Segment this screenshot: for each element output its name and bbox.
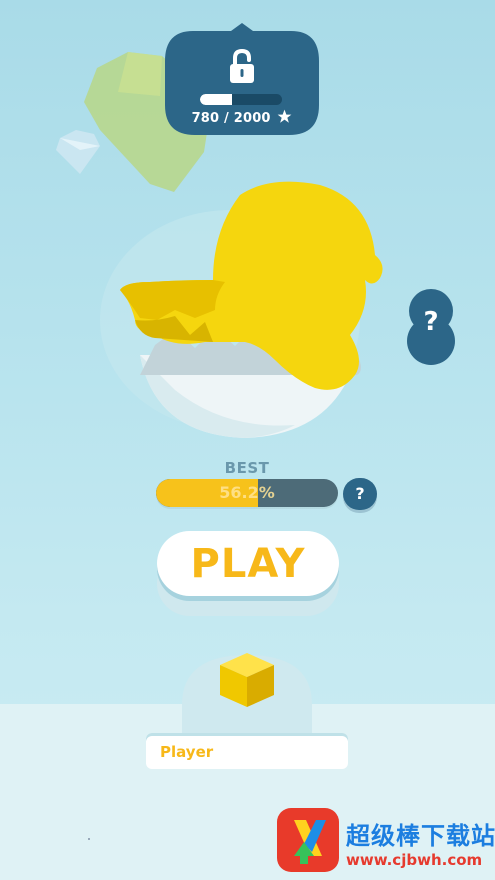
game-screen: 780 / 2000 ? BEST 56.2% ? PLAY Player 超级… xyxy=(0,0,495,880)
diamond-gem-shape xyxy=(56,130,100,174)
unlock-progress-row: 780 / 2000 xyxy=(165,109,319,126)
side-help-button[interactable]: ? xyxy=(399,287,463,367)
player-name-input[interactable]: Player xyxy=(146,733,348,769)
unlock-progress-text: 780 / 2000 xyxy=(191,111,271,126)
best-progress-text: 56.2% xyxy=(219,483,275,502)
yellow-cube-icon[interactable] xyxy=(218,651,276,709)
unlock-progress-panel: 780 / 2000 xyxy=(165,23,319,135)
padlock-open-icon xyxy=(230,49,254,83)
watermark-logo-icon xyxy=(277,808,339,872)
best-label: BEST xyxy=(224,459,270,477)
watermark-title: 超级棒下载站 xyxy=(346,822,495,850)
watermark-url: www.cjbwh.com xyxy=(346,851,483,869)
best-progress-bar: 56.2% xyxy=(156,479,338,507)
watermark: 超级棒下载站 www.cjbwh.com xyxy=(276,806,495,876)
play-button[interactable]: PLAY xyxy=(157,531,339,596)
side-help-label: ? xyxy=(423,307,439,337)
duck-in-egg-character xyxy=(100,181,383,438)
star-icon xyxy=(278,109,292,123)
unlock-progress-bar xyxy=(200,94,282,105)
decorative-dot xyxy=(88,838,90,840)
unlock-progress-fill xyxy=(200,94,232,105)
best-help-button[interactable]: ? xyxy=(343,478,377,510)
